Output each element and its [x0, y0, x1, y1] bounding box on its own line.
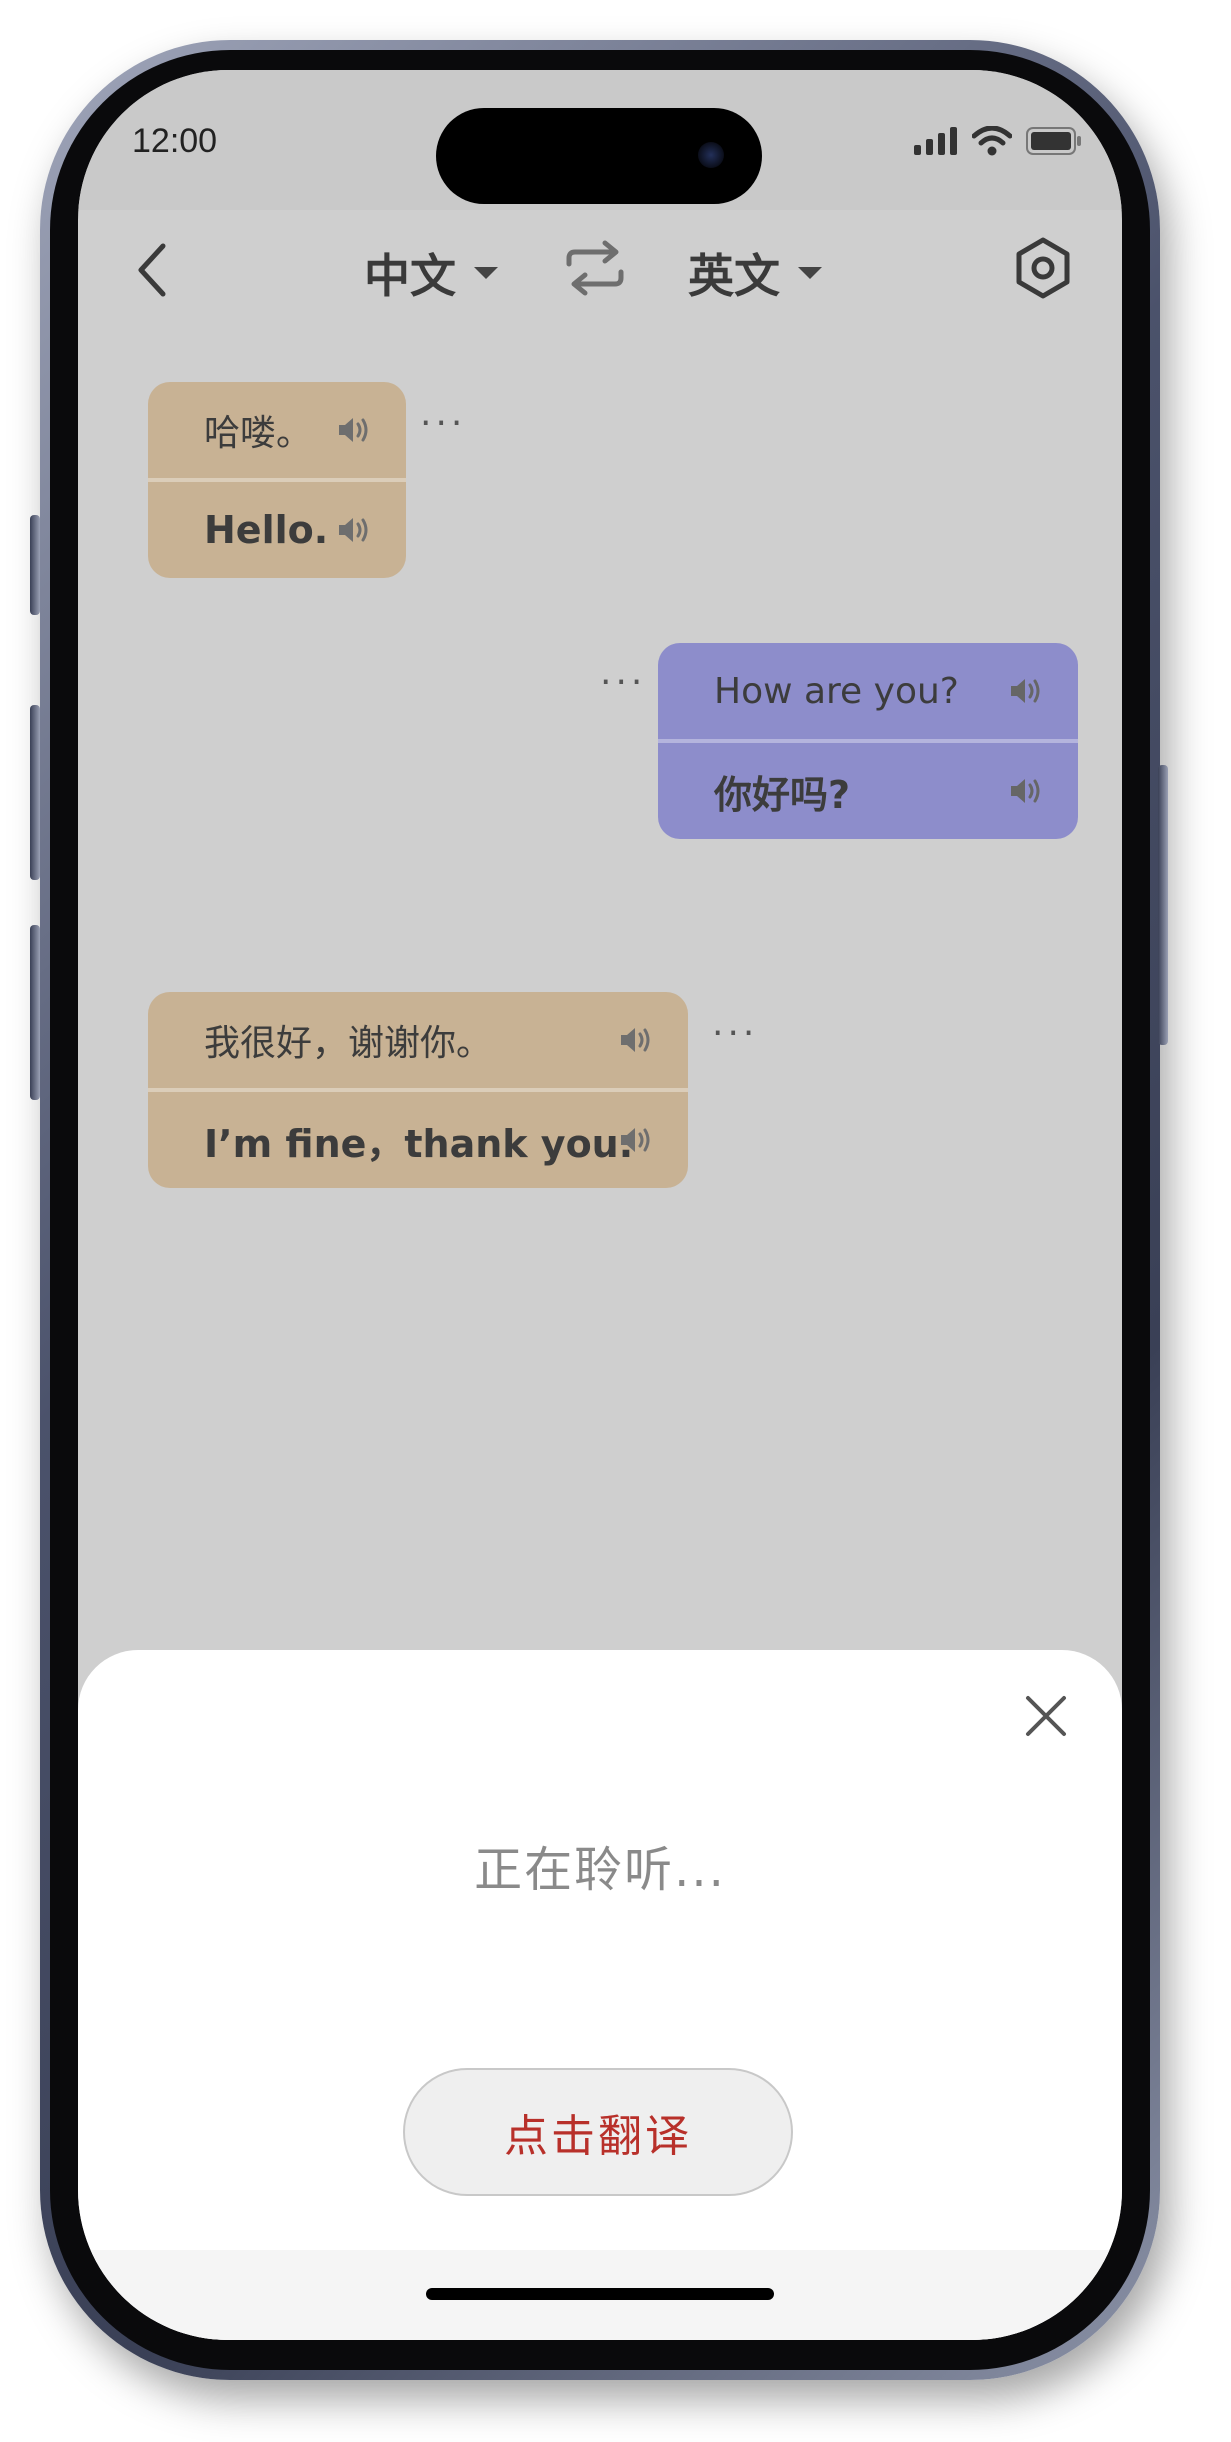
- close-icon[interactable]: [1022, 1692, 1070, 1740]
- settings-button[interactable]: [1013, 236, 1073, 300]
- message-translation-text: 你好吗?: [714, 772, 851, 817]
- source-language-label: 中文: [364, 249, 456, 303]
- message-translation-text: I’m fine，thank you.: [204, 1121, 634, 1166]
- hexagon-settings-icon: [1016, 237, 1070, 299]
- battery-icon: [1026, 127, 1081, 155]
- volume-up-button: [30, 705, 40, 880]
- message-translation: Hello.: [148, 482, 406, 578]
- message-original-text: How are you?: [714, 670, 959, 712]
- home-indicator[interactable]: [426, 2288, 774, 2300]
- camera-icon: [698, 142, 724, 168]
- back-button[interactable]: [133, 240, 173, 300]
- message-original-text: 我很好，谢谢你。: [204, 1023, 493, 1064]
- volume-down-button: [30, 925, 40, 1100]
- phone-screen: 12:00 中文 英文 哈喽。 Hello. ··· How are you? …: [78, 70, 1122, 2340]
- speaker-icon[interactable]: [618, 1024, 654, 1056]
- speaker-icon[interactable]: [1008, 675, 1044, 707]
- message-original: 我很好，谢谢你。: [148, 992, 688, 1088]
- chevron-left-icon: [138, 243, 166, 297]
- message-bubble-right[interactable]: How are you? 你好吗?: [658, 643, 1078, 839]
- signal-icon: [914, 127, 957, 155]
- status-bar: 12:00: [78, 70, 1122, 210]
- status-icons: [914, 126, 1082, 156]
- message-bubble-left[interactable]: 哈喽。 Hello.: [148, 382, 406, 578]
- target-language-label: 英文: [688, 249, 780, 303]
- wifi-icon: [972, 126, 1012, 156]
- message-translation: I’m fine，thank you.: [148, 1092, 688, 1188]
- listening-status: 正在聆听...: [474, 1842, 726, 1898]
- speaker-icon[interactable]: [336, 414, 372, 446]
- message-bubble-left[interactable]: 我很好，谢谢你。 I’m fine，thank you.: [148, 992, 688, 1188]
- translate-button[interactable]: 点击翻译: [403, 2068, 793, 2196]
- message-original: How are you?: [658, 643, 1078, 739]
- swap-languages-button[interactable]: [563, 240, 627, 296]
- action-button: [30, 515, 40, 615]
- message-original-text: 哈喽。: [204, 413, 313, 454]
- more-options-button[interactable]: ···: [712, 1016, 758, 1052]
- more-options-button[interactable]: ···: [420, 406, 466, 442]
- status-time: 12:00: [132, 122, 218, 160]
- more-options-button[interactable]: ···: [600, 665, 646, 701]
- speaker-icon[interactable]: [336, 514, 372, 546]
- nav-bar: 中文 英文: [78, 210, 1122, 330]
- caret-down-icon: [474, 267, 498, 279]
- power-button: [1158, 765, 1168, 1045]
- listening-sheet: 正在聆听... 点击翻译: [78, 1650, 1122, 2340]
- message-original: 哈喽。: [148, 382, 406, 478]
- speaker-icon[interactable]: [1008, 775, 1044, 807]
- swap-icon: [566, 240, 624, 296]
- caret-down-icon: [798, 267, 822, 279]
- message-translation-text: Hello.: [204, 508, 329, 552]
- speaker-icon[interactable]: [618, 1124, 654, 1156]
- dynamic-island: [436, 108, 762, 204]
- source-language-selector[interactable]: 中文: [364, 240, 498, 306]
- message-translation: 你好吗?: [658, 743, 1078, 839]
- target-language-selector[interactable]: 英文: [688, 240, 822, 306]
